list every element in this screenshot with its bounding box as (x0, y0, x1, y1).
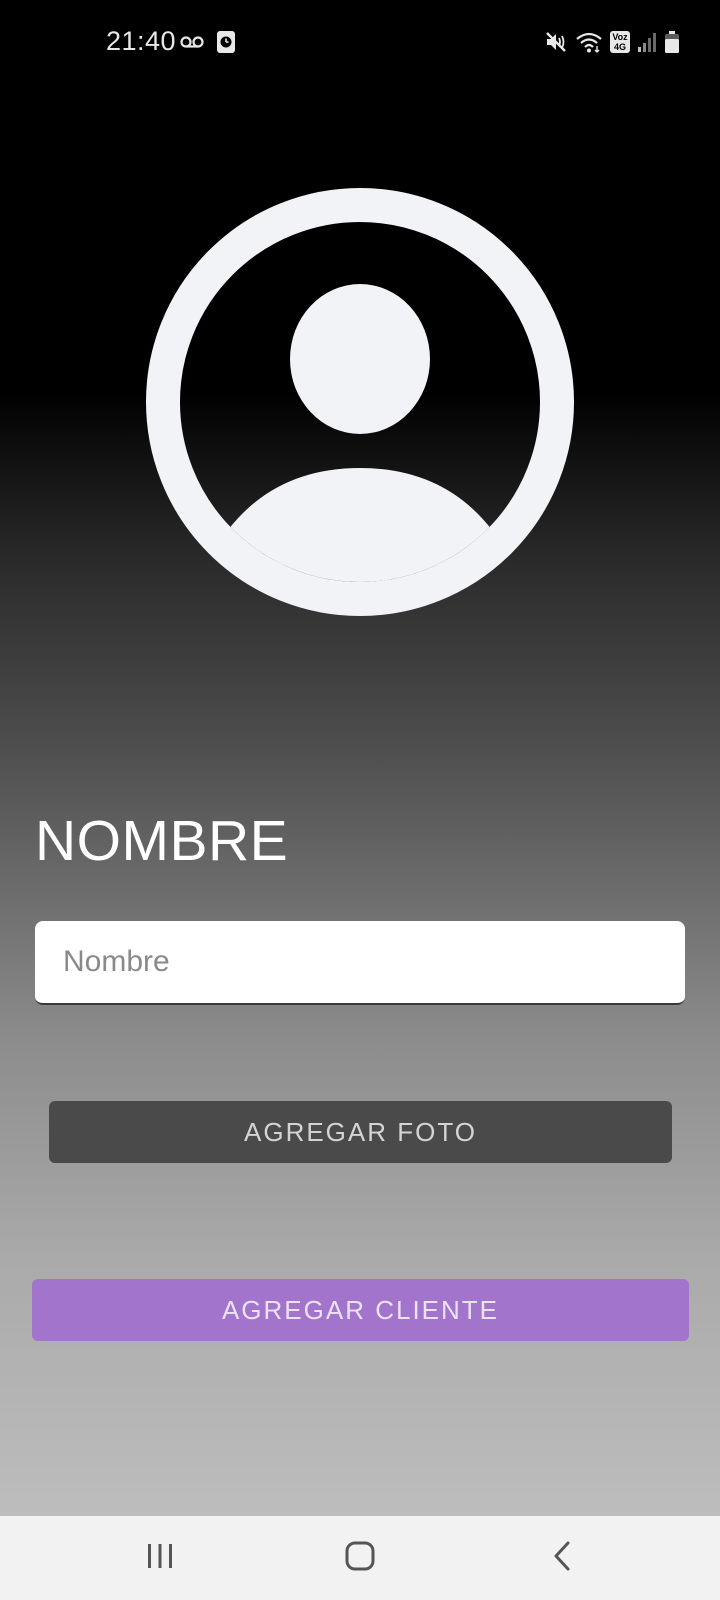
name-label: NOMBRE (35, 809, 289, 873)
status-bar: 21:40 Voz 4G (0, 0, 720, 90)
wifi-icon (575, 30, 603, 54)
battery-icon (664, 30, 680, 54)
recents-icon (146, 1542, 174, 1575)
volte-4g-icon: Voz 4G (610, 31, 630, 53)
navigation-bar (0, 1516, 720, 1600)
app-screen: 21:40 Voz 4G NOMBRE Nombre AGREGAR FOTO … (0, 0, 720, 1516)
network-badge-bottom: 4G (613, 42, 626, 52)
account-circle-icon (146, 188, 574, 616)
name-input[interactable] (35, 921, 685, 1005)
status-right-icons: Voz 4G (544, 30, 680, 54)
home-icon (344, 1540, 376, 1577)
network-badge-top: Voz (612, 32, 628, 42)
back-icon (550, 1540, 574, 1577)
back-button[interactable] (532, 1534, 592, 1582)
add-client-button[interactable]: AGREGAR CLIENTE (32, 1279, 689, 1341)
status-left-icons (180, 30, 236, 54)
signal-icon (637, 31, 657, 53)
add-photo-button[interactable]: AGREGAR FOTO (49, 1101, 672, 1163)
mute-icon (544, 30, 568, 54)
voicemail-icon (180, 35, 204, 49)
status-time: 21:40 (106, 26, 177, 56)
recents-button[interactable] (130, 1534, 190, 1582)
clock-app-icon (216, 30, 236, 54)
home-button[interactable] (330, 1534, 390, 1582)
